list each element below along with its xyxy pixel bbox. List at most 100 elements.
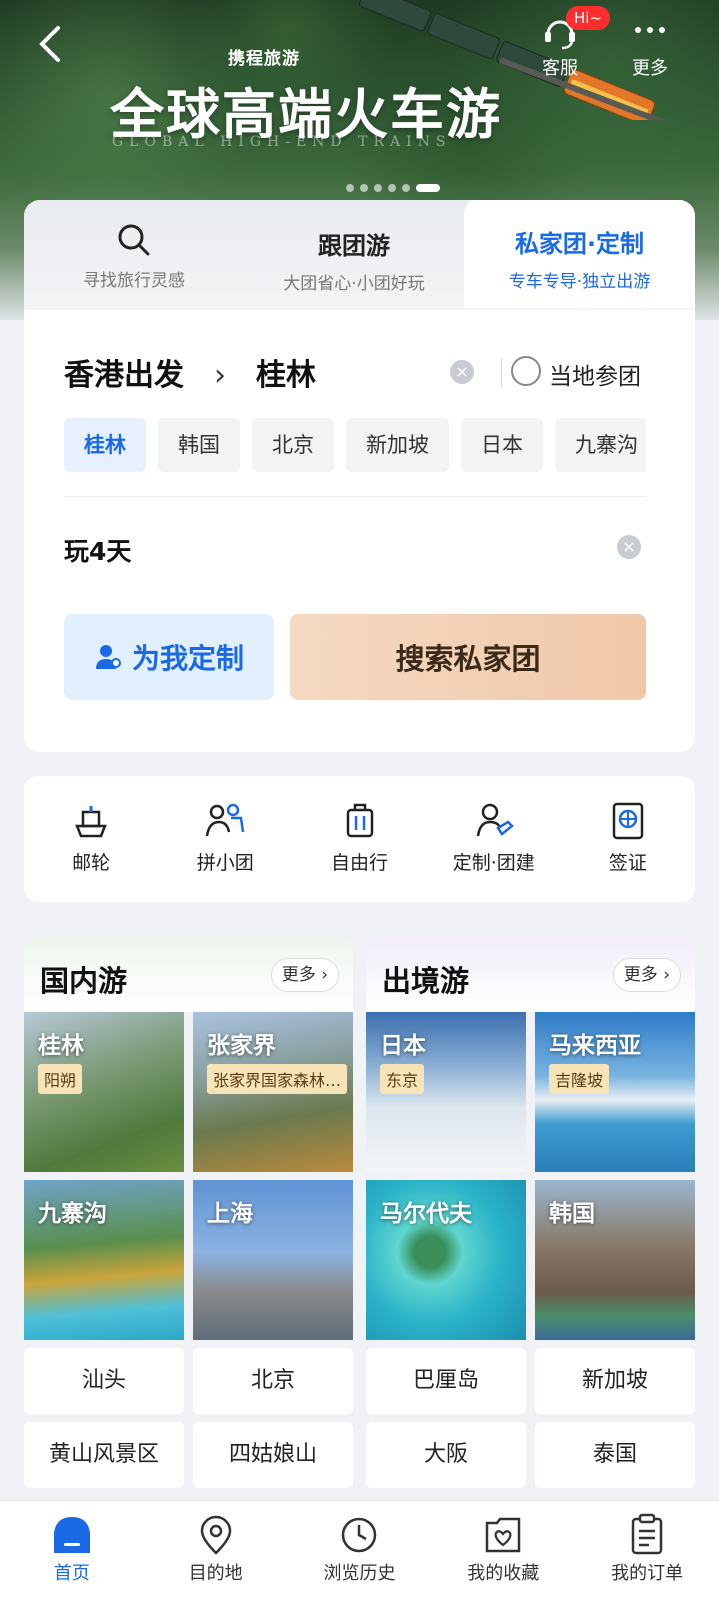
local-join-label: 当地参团 [549, 364, 641, 390]
luggage-icon [346, 803, 373, 838]
carousel-dot [402, 184, 410, 192]
chip-destination[interactable]: 韩国 [158, 418, 240, 472]
quick-link-button[interactable]: 北京 [193, 1348, 353, 1414]
carousel-indicator [346, 184, 440, 192]
more-label: 更多 [632, 58, 668, 79]
back-button[interactable] [36, 24, 76, 68]
service-label: 邮轮 [72, 852, 111, 874]
home-icon [53, 1517, 90, 1553]
destination-tile-malaysia[interactable]: 马来西亚 吉隆坡 [535, 1012, 695, 1172]
quick-link-button[interactable]: 黄山风景区 [24, 1422, 184, 1488]
service-visa[interactable]: 签证 [561, 776, 695, 902]
carousel-dot-active [416, 184, 440, 192]
destination-tile-jiuzhaigou[interactable]: 九寨沟 [24, 1180, 184, 1340]
cruise-icon [75, 806, 107, 838]
visa-icon [612, 802, 644, 840]
favorite-icon [486, 1517, 521, 1553]
service-custom-team[interactable]: 定制·团建 [427, 776, 561, 902]
tab-label: 首页 [53, 1563, 90, 1584]
clear-destination-icon[interactable]: × [450, 360, 474, 384]
tab-inspiration[interactable]: 寻找旅行灵感 [24, 200, 244, 310]
domestic-more-button[interactable]: 更多 › [270, 958, 339, 992]
clear-days-icon[interactable]: × [617, 535, 641, 559]
bottom-tab-bar: 首页 目的地 浏览历史 我的收藏 我的订单 [0, 1500, 719, 1600]
tab-inspiration-subtitle: 寻找旅行灵感 [83, 271, 185, 291]
destination-tile-japan[interactable]: 日本 东京 [366, 1012, 526, 1172]
chevron-right-icon: › [214, 358, 226, 393]
tile-tag: 吉隆坡 [549, 1064, 610, 1094]
destination-tile-zhangjiajie[interactable]: 张家界 张家界国家森林… [193, 1012, 353, 1172]
more-label: 更多 [281, 965, 316, 985]
tab-destination[interactable]: 目的地 [144, 1501, 288, 1600]
tab-label: 目的地 [188, 1563, 243, 1584]
local-join-radio[interactable] [511, 356, 541, 386]
destination-tile-korea[interactable]: 韩国 [535, 1180, 695, 1340]
chip-destination[interactable]: 北京 [252, 418, 334, 472]
hi-badge: Hi~ [566, 6, 611, 30]
carousel-dot [374, 184, 382, 192]
chip-destination[interactable]: 新加坡 [346, 418, 449, 472]
domestic-header: 国内游 更多 › [24, 938, 353, 1012]
destination-tile-guilin[interactable]: 桂林 阳朔 [24, 1012, 184, 1172]
tile-tag: 阳朔 [38, 1064, 83, 1094]
quick-link-button[interactable]: 汕头 [24, 1348, 184, 1414]
chip-destination[interactable]: 九寨沟 [555, 418, 646, 472]
hero-subtitle: GLOBAL HIGH-END TRAINS [112, 134, 452, 150]
tab-private-tour[interactable]: 私家团·定制 专车专导·独立出游 [464, 200, 695, 308]
more-button[interactable]: 更多 [620, 14, 680, 80]
tile-name: 桂林 [38, 1033, 84, 1059]
outbound-more-button[interactable]: 更多 › [612, 958, 681, 992]
tab-orders[interactable]: 我的订单 [575, 1501, 719, 1600]
tab-home[interactable]: 首页 [0, 1501, 144, 1600]
clock-icon [342, 1517, 377, 1553]
service-cruise[interactable]: 邮轮 [24, 776, 158, 902]
carousel-dot [360, 184, 368, 192]
domestic-title: 国内游 [40, 964, 128, 998]
service-small-group[interactable]: 拼小团 [158, 776, 292, 902]
service-free-travel[interactable]: 自由行 [292, 776, 426, 902]
outbound-title: 出境游 [382, 964, 470, 998]
service-shortcuts: 邮轮 拼小团 自由行 定制·团建 签证 [24, 776, 695, 902]
service-label: 拼小团 [196, 852, 254, 874]
destination-city[interactable]: 桂林 [256, 358, 316, 393]
domestic-tiles: 桂林 阳朔 张家界 张家界国家森林… 九寨沟 上海 [24, 1012, 353, 1340]
tile-name: 马来西亚 [549, 1033, 641, 1059]
search-tabs: 寻找旅行灵感 跟团游 大团省心·小团好玩 私家团·定制 专车专导·独立出游 [24, 200, 695, 310]
quick-link-button[interactable]: 巴厘岛 [366, 1348, 526, 1414]
chip-destination[interactable]: 桂林 [64, 418, 146, 472]
tab-label: 我的订单 [611, 1563, 684, 1584]
custom-for-me-button[interactable]: 为我定制 [64, 614, 274, 700]
chip-destination[interactable]: 日本 [461, 418, 543, 472]
tab-group-tour-subtitle: 大团省心·小团好玩 [283, 274, 425, 294]
tab-label: 浏览历史 [323, 1563, 396, 1584]
destination-tile-shanghai[interactable]: 上海 [193, 1180, 353, 1340]
customer-service-label: 客服 [542, 58, 578, 79]
domestic-section: 国内游 更多 › 桂林 阳朔 张家界 张家界国家森林… 九寨沟 上海 汕头 北京… [24, 938, 353, 1488]
tile-name: 日本 [380, 1033, 426, 1059]
quick-link-button[interactable]: 泰国 [535, 1422, 695, 1488]
days-selector[interactable]: 玩4天 [64, 532, 131, 568]
tile-name: 韩国 [549, 1201, 595, 1227]
tab-favorites[interactable]: 我的收藏 [431, 1501, 575, 1600]
origin-city[interactable]: 香港出发 [64, 358, 184, 393]
tile-tag: 东京 [380, 1064, 425, 1094]
quick-link-button[interactable]: 大阪 [366, 1422, 526, 1488]
search-private-tour-button[interactable]: 搜索私家团 [290, 614, 646, 700]
outbound-tiles: 日本 东京 马来西亚 吉隆坡 马尔代夫 韩国 [366, 1012, 695, 1340]
outbound-header: 出境游 更多 › [366, 938, 695, 1012]
route-selector[interactable]: 香港出发 › 桂林 [64, 350, 316, 394]
destination-chips: 桂林 韩国 北京 新加坡 日本 九寨沟 [64, 418, 646, 474]
search-card: 寻找旅行灵感 跟团游 大团省心·小团好玩 私家团·定制 专车专导·独立出游 香港… [24, 200, 695, 752]
destination-tile-maldives[interactable]: 马尔代夫 [366, 1180, 526, 1340]
location-icon [200, 1515, 231, 1555]
quick-link-button[interactable]: 四姑娘山 [193, 1422, 353, 1488]
tab-history[interactable]: 浏览历史 [288, 1501, 432, 1600]
domestic-quick-links: 汕头 北京 黄山风景区 四姑娘山 [24, 1348, 353, 1488]
tab-group-tour[interactable]: 跟团游 大团省心·小团好玩 [254, 200, 454, 310]
tab-group-tour-title: 跟团游 [318, 232, 390, 260]
small-group-icon [206, 803, 245, 837]
quick-link-button[interactable]: 新加坡 [535, 1348, 695, 1414]
person-icon [95, 645, 121, 669]
custom-team-icon [476, 803, 514, 837]
service-label: 签证 [608, 852, 647, 874]
